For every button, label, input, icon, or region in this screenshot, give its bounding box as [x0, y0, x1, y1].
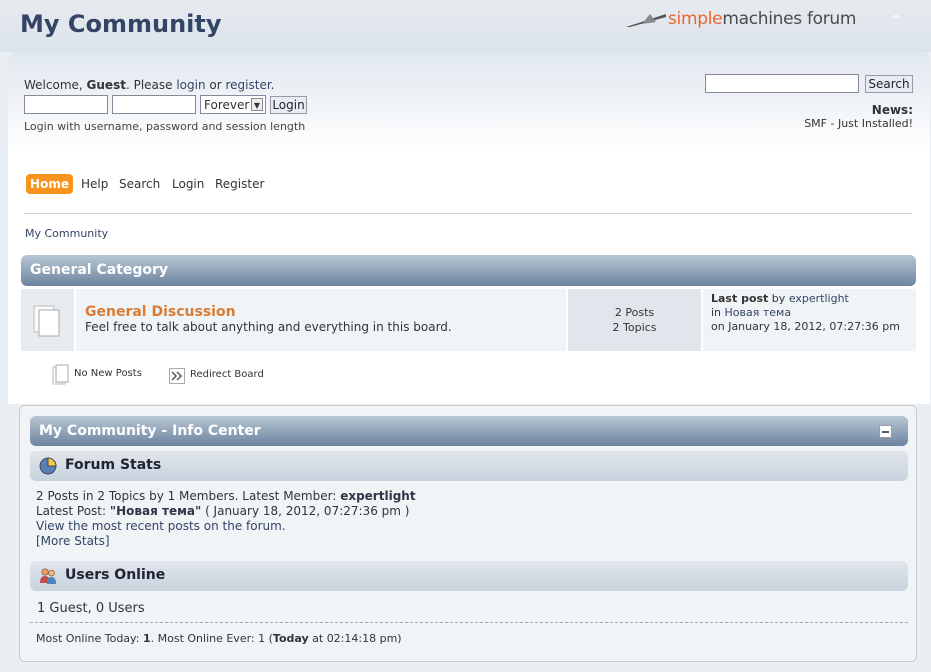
- search-button[interactable]: Search: [865, 75, 913, 93]
- top-header: My Community simplemachines forum ⌃: [0, 0, 931, 52]
- recent-posts-link[interactable]: View the most recent posts on the forum.: [36, 519, 286, 533]
- upper-section: Welcome, Guest. Please login or register…: [8, 52, 930, 152]
- menu-search[interactable]: Search: [119, 174, 160, 194]
- board-last-post-cell: Last post by expertlight in Новая тема o…: [703, 289, 916, 351]
- online-count: 1 Guest, 0 Users: [37, 601, 145, 616]
- smf-logo-icon: [626, 14, 666, 27]
- users-icon: [40, 568, 56, 584]
- session-length-select[interactable]: Forever ▼: [200, 95, 266, 114]
- site-title[interactable]: My Community: [20, 10, 222, 38]
- username-input[interactable]: [24, 95, 108, 114]
- main-wrapper: Welcome, Guest. Please login or register…: [8, 52, 930, 404]
- menu-home[interactable]: Home: [26, 174, 73, 194]
- last-post-info: Last post by expertlight in Новая тема o…: [711, 292, 900, 333]
- password-input[interactable]: [112, 95, 196, 114]
- board-row: General Discussion Feel free to talk abo…: [21, 289, 916, 351]
- board-icon-cell[interactable]: [21, 289, 74, 351]
- online-divider: [30, 622, 908, 623]
- forum-stats-header: Forum Stats: [30, 451, 908, 481]
- collapse-icon[interactable]: [879, 425, 892, 438]
- chevron-up-icon[interactable]: ⌃: [888, 14, 904, 28]
- menu-register[interactable]: Register: [215, 174, 264, 194]
- smf-logo-text: simplemachines forum: [668, 9, 857, 29]
- legend-redirect-label: Redirect Board: [190, 369, 264, 380]
- stats-summary: 2 Posts in 2 Topics by 1 Members. Latest…: [36, 489, 416, 503]
- news-label: News:: [871, 103, 913, 117]
- forum-stats-title: Forum Stats: [65, 457, 162, 473]
- last-post-topic-link[interactable]: Новая тема: [725, 306, 792, 319]
- latest-post-link[interactable]: "Новая тема": [110, 504, 201, 518]
- info-center: My Community - Info Center Forum Stats 2…: [19, 405, 917, 662]
- info-center-title: My Community - Info Center: [39, 423, 261, 439]
- board-stats-cell: 2 Posts 2 Topics: [568, 289, 701, 351]
- category-header: General Category: [21, 255, 916, 286]
- board-name-link[interactable]: General Discussion: [85, 304, 236, 320]
- menu-login[interactable]: Login: [172, 174, 204, 194]
- users-online-title: Users Online: [65, 567, 166, 583]
- news-text: SMF - Just Installed!: [804, 117, 913, 130]
- breadcrumb[interactable]: My Community: [25, 227, 108, 240]
- most-online-line: Most Online Today: 1. Most Online Ever: …: [36, 632, 402, 645]
- pie-chart-icon: [39, 457, 57, 475]
- redirect-icon: [169, 368, 185, 384]
- board-topics-count: 2 Topics: [612, 321, 657, 334]
- login-link[interactable]: login: [176, 78, 205, 92]
- board-description: Feel free to talk about anything and eve…: [85, 320, 452, 334]
- legend-no-new-label: No New Posts: [74, 368, 142, 379]
- register-link[interactable]: register: [225, 78, 270, 92]
- login-hint: Login with username, password and sessio…: [24, 120, 306, 133]
- no-new-posts-icon: [52, 364, 69, 385]
- board-info-cell: General Discussion Feel free to talk abo…: [76, 289, 566, 351]
- login-button[interactable]: Login: [270, 96, 307, 114]
- no-new-posts-icon: [33, 305, 60, 337]
- smf-logo[interactable]: simplemachines forum: [626, 8, 866, 30]
- dropdown-arrow-icon: ▼: [251, 98, 263, 111]
- menu-help[interactable]: Help: [81, 174, 108, 194]
- more-stats-link[interactable]: [More Stats]: [36, 534, 110, 548]
- last-post-author-link[interactable]: expertlight: [789, 292, 849, 305]
- welcome-text: Welcome, Guest. Please login or register…: [24, 78, 275, 92]
- latest-member-link[interactable]: expertlight: [340, 489, 415, 503]
- users-online-header: Users Online: [30, 561, 908, 591]
- menu-divider: [24, 213, 912, 214]
- search-input[interactable]: [705, 74, 859, 93]
- board-posts-count: 2 Posts: [614, 306, 655, 319]
- latest-post-line: Latest Post: "Новая тема" ( January 18, …: [36, 504, 410, 518]
- info-center-header: My Community - Info Center: [30, 416, 908, 446]
- category-title[interactable]: General Category: [30, 262, 168, 278]
